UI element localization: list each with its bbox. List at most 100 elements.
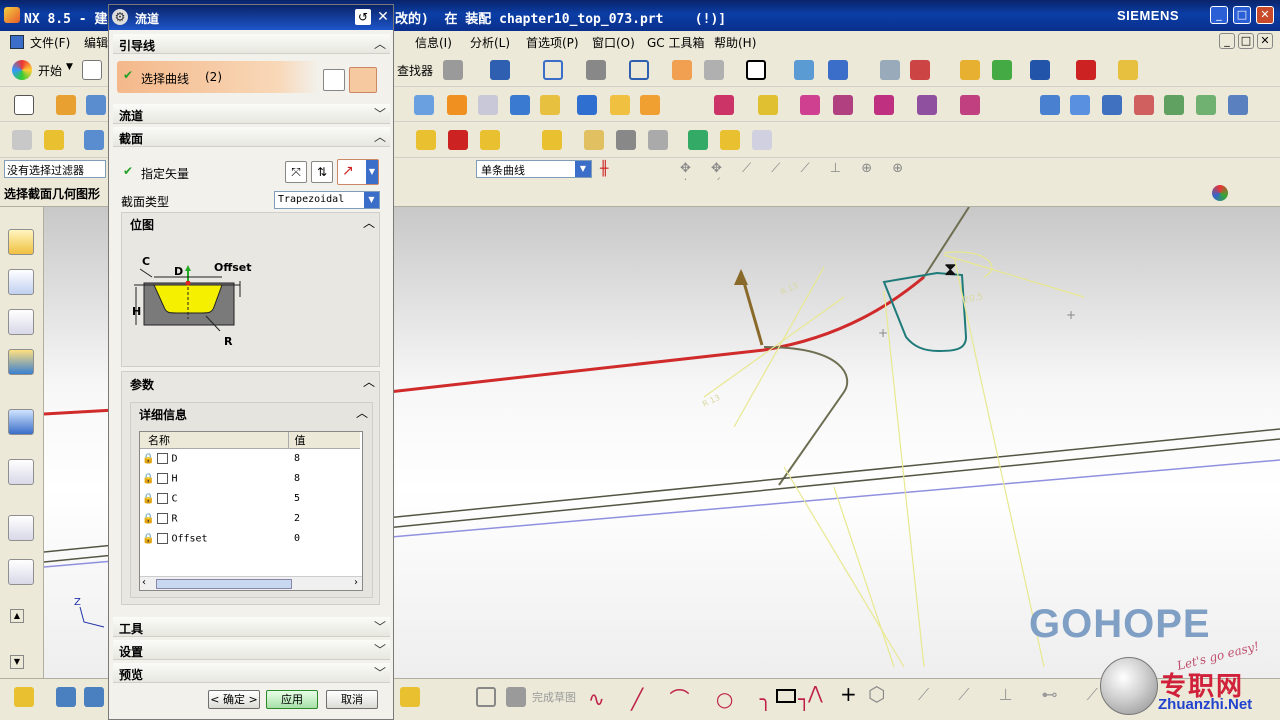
scroll-thumb[interactable]	[156, 579, 292, 589]
hierarchy-icon[interactable]	[542, 130, 562, 150]
pattern-face-icon[interactable]	[874, 95, 894, 115]
chamfer-icon[interactable]	[577, 95, 597, 115]
scroll-down-icon[interactable]: ▼	[10, 655, 24, 669]
section-preview[interactable]: 预览 ﹀	[113, 663, 390, 683]
section-channel[interactable]: 流道 ﹀	[113, 104, 390, 124]
gear-icon[interactable]: ⚙	[112, 9, 128, 25]
sketch-plane-icon[interactable]	[476, 687, 496, 707]
reuse-library-icon[interactable]	[8, 349, 34, 375]
table-row[interactable]: 🔒 Offset 0	[140, 529, 360, 549]
move-face-icon[interactable]	[714, 95, 734, 115]
minimize-button[interactable]: _	[1210, 6, 1228, 24]
start-icon[interactable]	[12, 60, 32, 80]
chevron-up-icon[interactable]: ︿	[363, 373, 375, 390]
bar-chart-icon[interactable]	[416, 130, 436, 150]
col-value-header[interactable]: 值	[288, 432, 360, 449]
select-curve-icon[interactable]	[349, 67, 377, 93]
curve-icon[interactable]	[1164, 95, 1184, 115]
menu-edit[interactable]: 编辑	[84, 34, 108, 51]
table-row[interactable]: 🔒 R 2	[140, 509, 360, 529]
analysis-icon[interactable]	[84, 130, 104, 150]
move-component-icon[interactable]	[828, 60, 848, 80]
table-row[interactable]: 🔒 C 5	[140, 489, 360, 509]
revolve-icon[interactable]	[86, 95, 106, 115]
close-icon[interactable]: ✕	[375, 9, 391, 25]
menu-help[interactable]: 帮助(H)	[714, 34, 756, 51]
chevron-up-icon[interactable]: ︿	[374, 35, 386, 52]
polyline-icon[interactable]: ⋀	[808, 683, 823, 704]
block-icon[interactable]	[510, 95, 530, 115]
add-component-icon[interactable]	[56, 687, 76, 707]
eye-icon[interactable]	[688, 130, 708, 150]
constraint-icon[interactable]	[84, 687, 104, 707]
col-name-header[interactable]: 名称	[140, 432, 289, 449]
new-file-icon[interactable]	[82, 60, 102, 80]
document-icon[interactable]	[752, 130, 772, 150]
param-value[interactable]: 0	[288, 529, 360, 549]
window-icon[interactable]	[648, 130, 668, 150]
maximize-button[interactable]: □	[1233, 6, 1251, 24]
chevron-down-icon[interactable]: ▼	[575, 161, 591, 177]
shape-icon[interactable]: ⬡	[868, 682, 885, 706]
edge-blend-icon[interactable]	[610, 95, 630, 115]
offset-face-icon[interactable]	[758, 95, 778, 115]
resize-face-icon[interactable]	[960, 95, 980, 115]
chain-icon[interactable]	[400, 687, 420, 707]
section-type-dropdown[interactable]: Trapezoidal ▼	[274, 191, 380, 209]
info-icon[interactable]	[490, 60, 510, 80]
replace-face-icon[interactable]	[833, 95, 853, 115]
roles-icon[interactable]	[8, 559, 34, 585]
delete-face-icon[interactable]	[800, 95, 820, 115]
scroll-up-icon[interactable]: ▲	[10, 609, 24, 623]
snap-icon[interactable]	[443, 60, 463, 80]
shading-icon[interactable]	[586, 60, 606, 80]
ok-button[interactable]: < 确定 >	[208, 690, 260, 709]
constraint-tools-icon[interactable]: ⟋ ⟋ ⊥ ⊷ ⟋	[918, 685, 1110, 705]
assembly-icon[interactable]	[794, 60, 814, 80]
point-icon[interactable]: +	[840, 682, 857, 706]
fit-view-icon[interactable]	[543, 60, 563, 80]
param-value[interactable]: 8	[288, 469, 360, 489]
chevron-down-icon[interactable]: ﹀	[374, 105, 386, 122]
menu-window[interactable]: 窗口(O)	[592, 34, 635, 51]
apply-button[interactable]: 应用	[266, 690, 318, 709]
doc-close-button[interactable]: ✕	[1257, 33, 1273, 49]
properties-icon[interactable]	[12, 130, 32, 150]
scroll-left-icon[interactable]: ‹	[142, 577, 146, 588]
surface-icon[interactable]	[1228, 95, 1248, 115]
horizontal-scrollbar[interactable]: ‹ ›	[140, 576, 362, 590]
network-icon[interactable]	[480, 130, 500, 150]
wrench-icon[interactable]	[960, 60, 980, 80]
section-section[interactable]: 截面 ︿	[113, 127, 390, 147]
draft-icon[interactable]	[640, 95, 660, 115]
boolean-icon[interactable]	[540, 95, 560, 115]
arrow-icon[interactable]	[1030, 60, 1050, 80]
chevron-down-icon[interactable]: ﹀	[374, 664, 386, 681]
hole-table-icon[interactable]	[880, 60, 900, 80]
sketch-icon[interactable]	[14, 95, 34, 115]
chevron-up-icon[interactable]: ︿	[356, 404, 368, 421]
start-button[interactable]: 开始	[38, 62, 62, 79]
spline-icon[interactable]	[1196, 95, 1216, 115]
curve-rule-icon[interactable]	[323, 69, 345, 91]
background-icon[interactable]	[746, 60, 766, 80]
display-icon[interactable]	[992, 60, 1012, 80]
check-icon[interactable]	[44, 130, 64, 150]
chevron-down-icon[interactable]: ﹀	[374, 618, 386, 635]
select-curve-row[interactable]: ✔ 选择曲线 (2)	[117, 61, 319, 93]
extrude-icon[interactable]	[56, 95, 76, 115]
table-row[interactable]: 🔒 H 8	[140, 469, 360, 489]
param-value[interactable]: 8	[288, 449, 360, 469]
vector-dialog-icon[interactable]: ⤧	[285, 161, 307, 183]
snap-point-icon[interactable]: ✥ ✥ ⟋ ⟋ ⟋ ⊥ ⊕ ⊕ + ⟋	[680, 161, 920, 191]
reverse-direction-icon[interactable]: ⇅	[311, 161, 333, 183]
menu-gc-toolbox[interactable]: GC 工具箱	[647, 34, 705, 51]
menu-analysis[interactable]: 分析(L)	[470, 34, 510, 51]
rectangle-icon[interactable]	[776, 689, 796, 703]
sheet-icon[interactable]	[478, 95, 498, 115]
scroll-right-icon[interactable]: ›	[354, 577, 358, 588]
mirror-face-icon[interactable]	[917, 95, 937, 115]
menu-preferences[interactable]: 首选项(P)	[526, 34, 579, 51]
cylinder-icon[interactable]	[720, 130, 740, 150]
reset-icon[interactable]: ↺	[355, 9, 371, 25]
